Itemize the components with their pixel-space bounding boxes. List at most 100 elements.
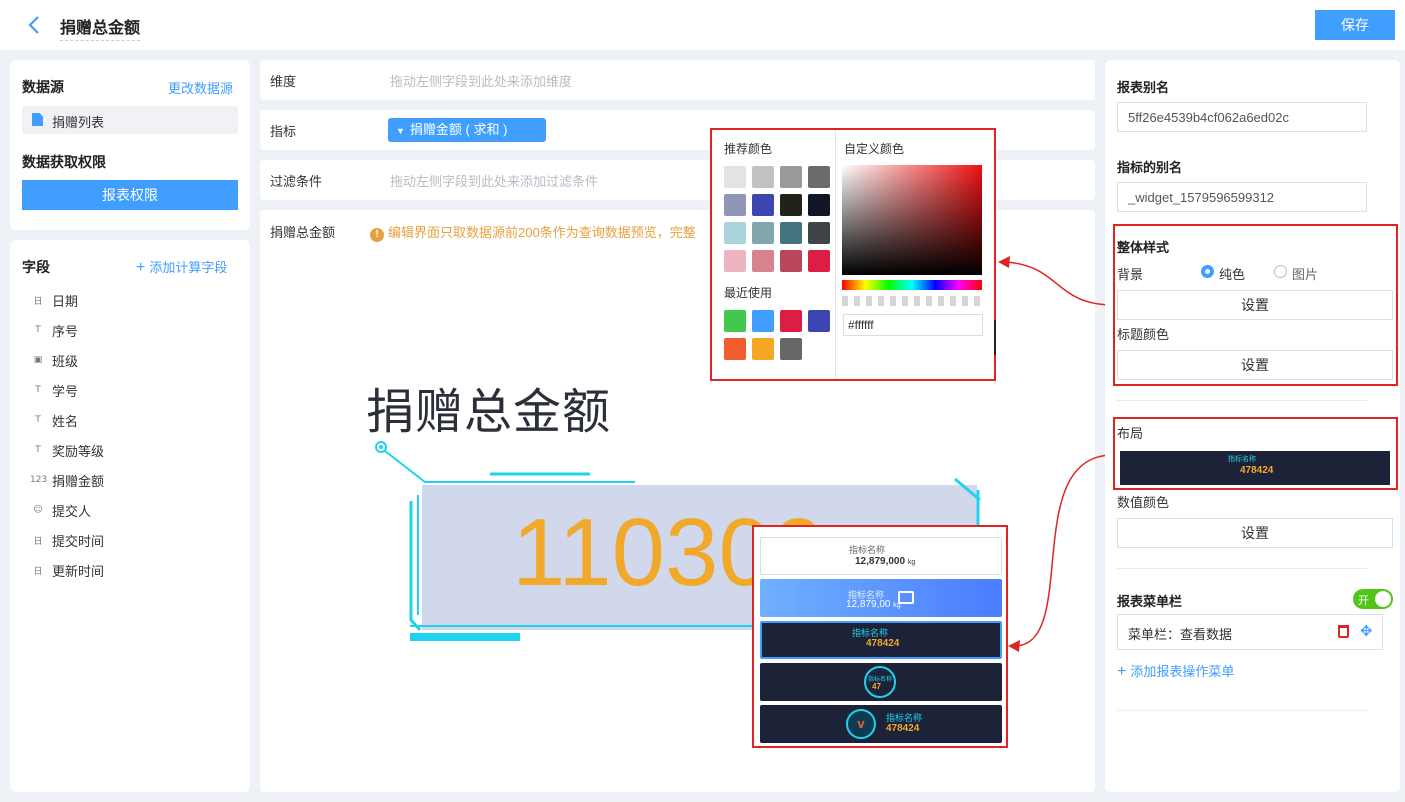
color-swatch[interactable] bbox=[780, 222, 802, 244]
field-item[interactable]: T 奖励等级 bbox=[30, 435, 104, 465]
color-swatch[interactable] bbox=[780, 194, 802, 216]
field-item[interactable]: 日更新时间 bbox=[30, 555, 104, 585]
fields-title: 字段 bbox=[22, 259, 50, 275]
color-swatch[interactable] bbox=[808, 222, 830, 244]
datasource-item[interactable]: 捐赠列表 bbox=[22, 106, 238, 134]
recent-color-swatch[interactable] bbox=[780, 310, 802, 332]
layout-preview-value: 478424 bbox=[1240, 465, 1274, 476]
layout-option-label: 指标名称 bbox=[849, 545, 886, 555]
color-swatch[interactable] bbox=[808, 194, 830, 216]
menu-toggle[interactable]: 开 bbox=[1353, 589, 1393, 609]
layout-preview[interactable]: 指标名称 478424 bbox=[1120, 451, 1390, 485]
color-swatch[interactable] bbox=[752, 222, 774, 244]
layout-option[interactable]: 指标名称 47 bbox=[760, 663, 1002, 701]
recent-color-swatch[interactable] bbox=[724, 310, 746, 332]
title-color-set-button[interactable]: 设置 bbox=[1117, 350, 1393, 380]
color-swatch[interactable] bbox=[808, 166, 830, 188]
value-color-set-button[interactable]: 设置 bbox=[1117, 518, 1393, 548]
datasource-panel: 数据源 更改数据源 捐赠列表 数据获取权限 报表权限 bbox=[10, 60, 250, 230]
color-swatch[interactable] bbox=[724, 166, 746, 188]
add-report-menu-link[interactable]: + 添加报表操作菜单 bbox=[1117, 661, 1234, 681]
alpha-slider[interactable] bbox=[842, 296, 982, 306]
divider bbox=[1117, 568, 1367, 569]
divider bbox=[1117, 400, 1367, 401]
field-label: 提交时间 bbox=[52, 533, 105, 549]
metric-pill[interactable]: ▼ 捐赠金额 ( 求和 ) bbox=[388, 118, 546, 142]
recent-colors-label: 最近使用 bbox=[724, 286, 773, 300]
metric-alias-input[interactable] bbox=[1117, 182, 1367, 212]
field-type-icon: ☺ bbox=[33, 505, 43, 515]
custom-color-label: 自定义颜色 bbox=[844, 142, 905, 156]
layout-option-value: 12,879,00 kg bbox=[846, 599, 901, 610]
layout-option-selected[interactable]: 指标名称 478424 bbox=[760, 621, 1002, 659]
recommended-colors-label: 推荐颜色 bbox=[724, 142, 773, 156]
field-item[interactable]: T 姓名 bbox=[30, 405, 104, 435]
hex-color-input[interactable] bbox=[843, 314, 983, 336]
image-radio-label: 图片 bbox=[1292, 267, 1319, 282]
color-swatch[interactable] bbox=[808, 250, 830, 272]
field-label: 序号 bbox=[52, 323, 79, 339]
add-calculated-field-link[interactable]: + 添加计算字段 bbox=[136, 257, 227, 277]
field-item[interactable]: T 学号 bbox=[30, 375, 104, 405]
recent-color-swatch[interactable] bbox=[724, 338, 746, 360]
field-label: 学号 bbox=[52, 383, 79, 399]
color-swatch[interactable] bbox=[780, 250, 802, 272]
layout-option-value: 12,879,000 kg bbox=[855, 556, 915, 567]
color-swatch[interactable] bbox=[752, 194, 774, 216]
metric-pill-label: 捐赠金额 ( 求和 ) bbox=[409, 122, 508, 137]
layout-option-number: 12,879,000 bbox=[855, 556, 906, 567]
color-swatch[interactable] bbox=[724, 250, 746, 272]
image-radio[interactable] bbox=[1274, 265, 1287, 278]
move-icon[interactable]: ✥ bbox=[1360, 622, 1373, 640]
layout-option-value: 47 bbox=[872, 682, 881, 691]
report-permission-button[interactable]: 报表权限 bbox=[22, 180, 238, 210]
plus-icon: + bbox=[1117, 663, 1127, 680]
change-datasource-link[interactable]: 更改数据源 bbox=[168, 78, 233, 97]
solid-radio[interactable] bbox=[1201, 265, 1214, 278]
menu-item-row[interactable]: 菜单栏：查看数据 ✥ bbox=[1117, 614, 1383, 650]
color-swatch[interactable] bbox=[724, 222, 746, 244]
color-swatch[interactable] bbox=[724, 194, 746, 216]
alias-input[interactable] bbox=[1117, 102, 1367, 132]
color-swatch[interactable] bbox=[752, 250, 774, 272]
field-label: 日期 bbox=[52, 293, 79, 309]
trash-icon[interactable] bbox=[1338, 625, 1349, 638]
save-button[interactable]: 保存 bbox=[1315, 10, 1395, 40]
layout-label: 布局 bbox=[1117, 426, 1144, 441]
recent-color-swatch[interactable] bbox=[808, 310, 830, 332]
page-title[interactable]: 捐赠总金额 bbox=[60, 14, 141, 41]
recent-color-swatch[interactable] bbox=[780, 338, 802, 360]
layout-preview-label: 指标名称 bbox=[1228, 456, 1256, 463]
color-swatch[interactable] bbox=[752, 166, 774, 188]
saturation-panel[interactable] bbox=[842, 165, 982, 275]
toggle-label: 开 bbox=[1358, 595, 1369, 607]
color-swatch[interactable] bbox=[780, 166, 802, 188]
field-label: 奖励等级 bbox=[52, 443, 105, 459]
background-set-button[interactable]: 设置 bbox=[1117, 290, 1393, 320]
top-bar: 捐赠总金额 保存 bbox=[0, 0, 1405, 50]
layout-option[interactable]: 指标名称 12,879,000 kg bbox=[760, 537, 1002, 575]
document-icon bbox=[32, 113, 43, 126]
field-item[interactable]: ▣ 班级 bbox=[30, 345, 104, 375]
value-color-label: 数值颜色 bbox=[1117, 495, 1170, 510]
warning-icon: ! bbox=[370, 228, 384, 242]
field-item[interactable]: 123 捐赠金额 bbox=[30, 465, 104, 495]
canvas-label: 捐赠总金额 bbox=[270, 225, 336, 240]
field-label: 提交人 bbox=[52, 503, 92, 519]
recent-color-swatch[interactable] bbox=[752, 338, 774, 360]
recent-color-swatch[interactable] bbox=[752, 310, 774, 332]
field-item[interactable]: 日日期 bbox=[30, 285, 104, 315]
wallet-icon bbox=[898, 591, 914, 604]
field-item[interactable]: T 序号 bbox=[30, 315, 104, 345]
field-label: 班级 bbox=[52, 353, 79, 369]
hue-slider[interactable] bbox=[842, 280, 982, 290]
dimension-drop-zone[interactable]: 维度 拖动左侧字段到此处来添加维度 bbox=[260, 60, 1095, 100]
back-arrow-icon[interactable] bbox=[24, 14, 44, 36]
layout-option[interactable]: 指标名称 12,879,00 kg bbox=[760, 579, 1002, 617]
field-item[interactable]: ☺ 提交人 bbox=[30, 495, 104, 525]
layout-option-unit: kg bbox=[907, 559, 916, 566]
layout-option[interactable]: v 指标名称 478424 bbox=[760, 705, 1002, 743]
layout-option-value: 478424 bbox=[866, 638, 900, 649]
menu-item-label: 菜单栏：查看数据 bbox=[1128, 627, 1233, 642]
field-item[interactable]: 日提交时间 bbox=[30, 525, 104, 555]
